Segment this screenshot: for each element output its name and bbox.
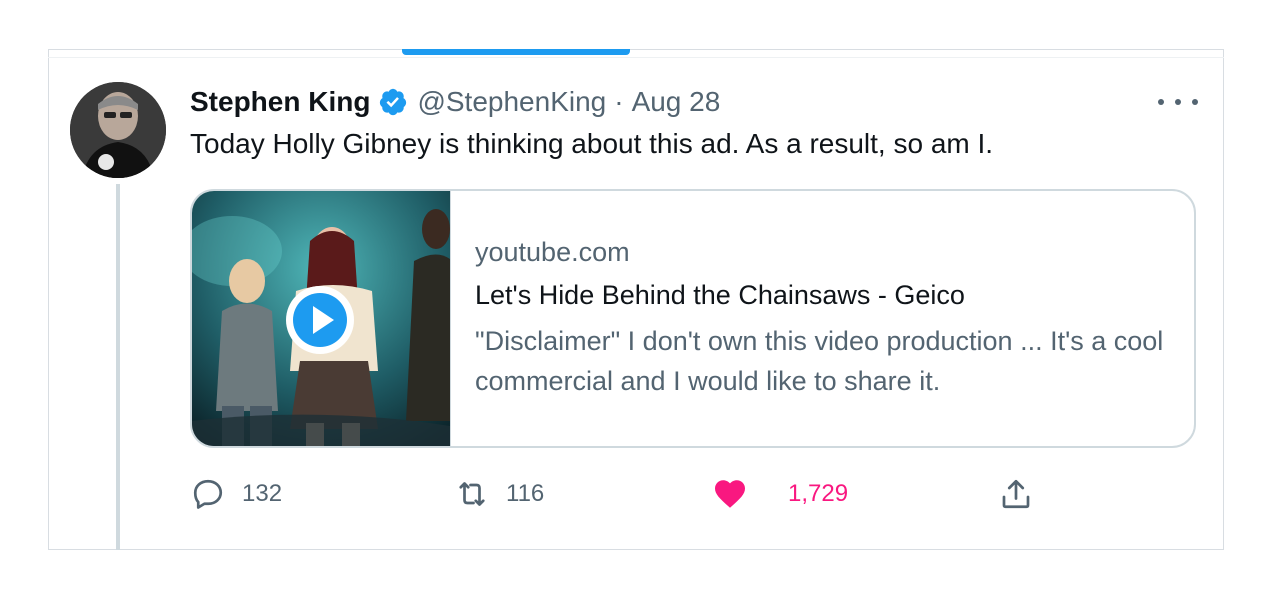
card-title: Let's Hide Behind the Chainsaws - Geico: [475, 280, 965, 310]
tweet-text: Today Holly Gibney is thinking about thi…: [190, 128, 994, 159]
divider: [48, 57, 1224, 58]
card-description: "Disclaimer" I don't own this video prod…: [475, 326, 1164, 396]
retweet-count: 116: [506, 480, 545, 507]
tweet-date[interactable]: Aug 28: [632, 86, 721, 118]
share-button[interactable]: [998, 472, 1034, 516]
share-icon: [1002, 479, 1030, 509]
tab-indicator: [402, 49, 630, 55]
verified-badge-icon: [378, 87, 408, 117]
tweet-actions: 132 116 1,729: [190, 472, 1070, 516]
card-domain: youtube.com: [475, 237, 630, 267]
author-name[interactable]: Stephen King: [190, 86, 370, 118]
tweet-header: Stephen King @StephenKing · Aug 28: [190, 84, 720, 120]
play-icon[interactable]: [284, 284, 356, 356]
like-count: 1,729: [788, 480, 849, 507]
like-button[interactable]: 1,729: [712, 472, 848, 516]
card-body: youtube.com Let's Hide Behind the Chains…: [451, 191, 1194, 446]
reply-button[interactable]: 132: [190, 472, 282, 516]
thread-line: [116, 184, 120, 550]
more-options-icon[interactable]: [1158, 92, 1198, 112]
link-card[interactable]: youtube.com Let's Hide Behind the Chains…: [190, 189, 1196, 448]
heart-icon: [715, 480, 745, 508]
retweet-button[interactable]: 116: [454, 472, 544, 516]
reply-count: 132: [242, 480, 283, 507]
reply-icon: [193, 479, 223, 509]
avatar[interactable]: [70, 82, 166, 178]
author-handle[interactable]: @StephenKing: [417, 86, 606, 118]
retweet-icon: [459, 482, 485, 506]
video-thumbnail[interactable]: [192, 191, 451, 446]
separator: ·: [614, 86, 624, 117]
